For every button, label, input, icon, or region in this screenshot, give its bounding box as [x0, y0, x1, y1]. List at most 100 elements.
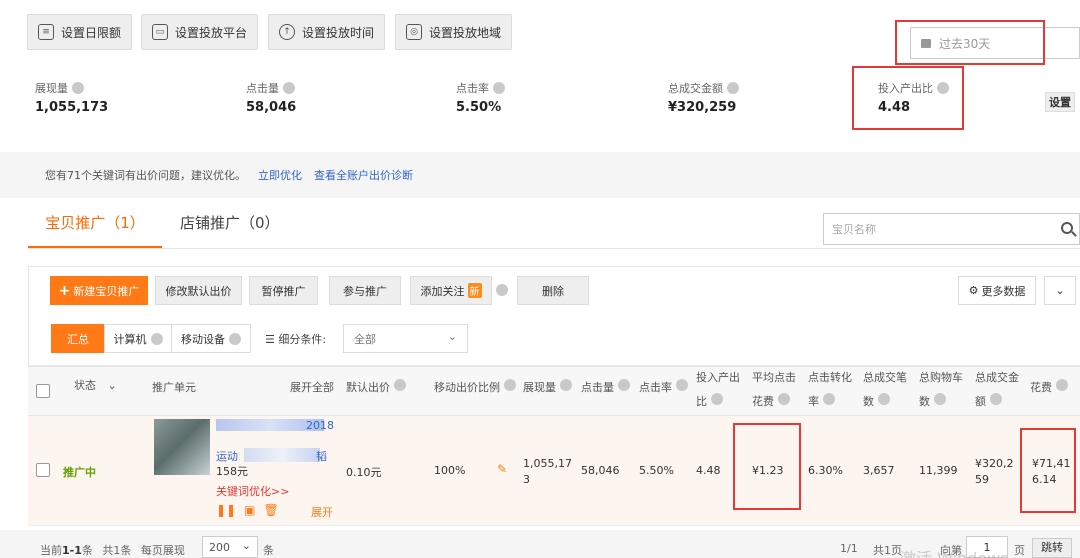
cell-conversion: 6.30% [808, 464, 843, 477]
help-icon[interactable] [727, 82, 739, 94]
product-title-line2-end[interactable]: 韬 [316, 448, 327, 464]
metric-impressions-label: 展现量 [35, 80, 84, 96]
filter-select[interactable]: 全部 ⌄ [343, 324, 468, 353]
pencil-icon[interactable]: ✎ [497, 462, 507, 476]
edit-default-bid-button[interactable]: 修改默认出价 [155, 276, 242, 305]
per-page-unit: 条 [263, 544, 274, 557]
add-follow-button[interactable]: 添加关注 新 [410, 276, 492, 305]
optimize-now-link[interactable]: 立即优化 [258, 167, 302, 183]
tab-item-promotion[interactable]: 宝贝推广（1） [28, 212, 162, 248]
set-platform-button[interactable]: ▭ 设置投放平台 [141, 14, 259, 50]
cell-orders: 3,657 [863, 464, 895, 477]
expand-row-link[interactable]: 展开 [311, 504, 333, 520]
col-status[interactable]: 状态 ⌄ [74, 374, 117, 398]
notice-text: 您有71个关键词有出价问题，建议优化。 [45, 169, 246, 182]
help-icon[interactable] [72, 82, 84, 94]
metric-gmv-value: ¥320,259 [668, 100, 737, 115]
add-follow-label: 添加关注 [420, 284, 465, 298]
per-page-select[interactable]: 200 ⌄ [202, 536, 258, 558]
map-pin-icon: ◎ [406, 24, 422, 40]
metric-clicks-value: 58,046 [246, 100, 297, 115]
select-all-checkbox[interactable] [36, 384, 50, 398]
col-ctr[interactable]: 点击率 [639, 376, 688, 400]
new-item-promotion-button[interactable]: + 新建宝贝推广 [50, 276, 148, 305]
sliders-icon: ≡ [38, 24, 54, 40]
row-actions: ❚❚ ▣ 🗑 [216, 503, 279, 517]
cell-cart: 11,399 [919, 464, 958, 477]
col-cart[interactable]: 总购物车数 [919, 366, 963, 414]
item-name-search-input[interactable]: 宝贝名称 [823, 213, 1080, 245]
expand-all-link[interactable]: 展开全部 [290, 376, 334, 400]
cell-avg-cpc: ¥1.23 [752, 464, 784, 477]
chevron-down-icon: ⌄ [107, 379, 117, 392]
col-clicks[interactable]: 点击量 [581, 376, 630, 400]
col-roi[interactable]: 投入产出比 [696, 366, 740, 414]
clock-icon: ↑ [279, 24, 295, 40]
bid-notice-bar: 您有71个关键词有出价问题，建议优化。 立即优化 查看全账户出价诊断 [0, 152, 1080, 198]
product-thumbnail[interactable] [154, 419, 210, 475]
date-range-label: 过去30天 [939, 36, 991, 51]
metrics-settings-button[interactable]: 设置 [1045, 92, 1075, 112]
tab-shop-promotion[interactable]: 店铺推广（0） [180, 212, 280, 233]
set-daily-limit-button[interactable]: ≡ 设置日限额 [27, 14, 133, 50]
chevron-down-icon: ⌄ [241, 539, 251, 552]
col-avg-cpc[interactable]: 平均点击 花费 [752, 366, 796, 414]
chevron-down-icon: ⌄ [447, 330, 457, 343]
windows-activation-watermark: 激活 Windows [900, 545, 1009, 558]
account-diagnosis-link[interactable]: 查看全账户出价诊断 [314, 167, 413, 183]
total-pages: 共1页 [873, 544, 902, 557]
pause-promotion-button[interactable]: 暂停推广 [249, 276, 318, 305]
gear-icon: ⚙ [968, 284, 979, 297]
monitor-icon: ▭ [152, 24, 168, 40]
product-title-line2[interactable]: 运动 [216, 448, 238, 464]
col-mobile-ratio[interactable]: 移动出价比例 [434, 376, 516, 400]
cell-mobile-ratio: 100% [434, 464, 466, 477]
row-checkbox[interactable] [36, 463, 50, 477]
cell-gmv: ¥320,2 59 [975, 457, 1014, 486]
highlight-box-roi [852, 66, 964, 130]
help-icon[interactable] [493, 82, 505, 94]
edit-icon[interactable]: ▣ [244, 503, 255, 517]
product-title-suffix[interactable]: 2018 [306, 419, 334, 432]
col-orders[interactable]: 总成交笔数 [863, 366, 907, 414]
help-icon[interactable] [496, 284, 508, 296]
join-promotion-button[interactable]: 参与推广 [329, 276, 401, 305]
set-time-button[interactable]: ↑ 设置投放时间 [268, 14, 386, 50]
chevron-down-icon: ⌄ [1055, 284, 1065, 297]
page-info: 1/1 [840, 542, 858, 555]
segment-all[interactable]: 汇总 [51, 324, 105, 353]
col-default-bid[interactable]: 默认出价 [346, 376, 406, 400]
product-price: 158元 [216, 465, 248, 478]
help-icon[interactable] [937, 82, 949, 94]
metric-ctr-label: 点击率 [456, 80, 505, 96]
search-icon[interactable] [1061, 222, 1073, 234]
col-impressions[interactable]: 展现量 [523, 376, 572, 400]
new-item-promotion-label: 新建宝贝推广 [73, 284, 140, 298]
pager-summary: 当前1-1条 共1条 每页展现 [40, 544, 185, 557]
help-icon[interactable] [283, 82, 295, 94]
col-conversion[interactable]: 点击转化率 [808, 366, 852, 414]
segment-pc[interactable]: 计算机 [104, 324, 172, 353]
trash-icon[interactable]: 🗑 [263, 503, 278, 517]
metric-clicks-label: 点击量 [246, 80, 295, 96]
pause-icon[interactable]: ❚❚ [216, 503, 236, 517]
per-page-value: 200 [209, 541, 230, 554]
more-data-button[interactable]: ⚙ 更多数据 [958, 276, 1036, 305]
date-range-select[interactable]: 过去30天 [910, 27, 1080, 59]
more-data-label: 更多数据 [981, 284, 1026, 298]
segment-mobile[interactable]: 移动设备 [171, 324, 251, 353]
metric-gmv-label: 总成交金额 [668, 80, 739, 96]
search-placeholder: 宝贝名称 [832, 223, 876, 236]
cell-default-bid: 0.10元 [346, 466, 382, 479]
keyword-optimize-link[interactable]: 关键词优化>> [216, 483, 289, 499]
set-time-label: 设置投放时间 [302, 25, 375, 40]
jump-button[interactable]: 跳转 [1032, 538, 1072, 558]
col-cost[interactable]: 花费 [1030, 376, 1068, 400]
tab-divider [28, 248, 1080, 249]
delete-button[interactable]: 删除 [517, 276, 589, 305]
col-gmv[interactable]: 总成交金额 [975, 366, 1019, 414]
set-region-button[interactable]: ◎ 设置投放地域 [395, 14, 513, 50]
cell-roi: 4.48 [696, 464, 721, 477]
segment-mobile-label: 移动设备 [181, 332, 225, 346]
collapse-toggle-button[interactable]: ⌄ [1044, 276, 1076, 305]
